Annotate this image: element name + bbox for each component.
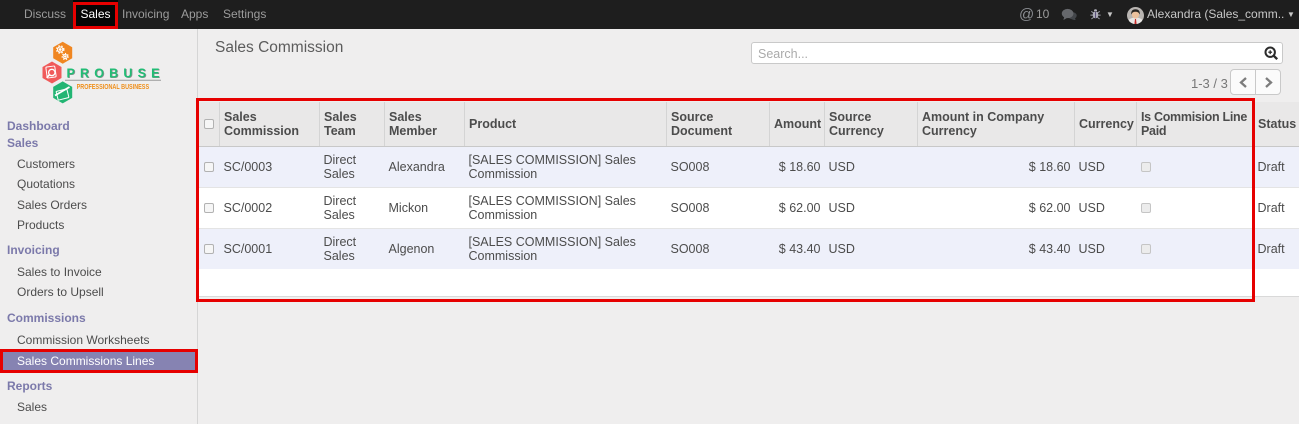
- svg-text:PROBUSE: PROBUSE: [67, 67, 160, 81]
- svg-text:PROFESSIONAL BUSINESS: PROFESSIONAL BUSINESS: [77, 82, 150, 91]
